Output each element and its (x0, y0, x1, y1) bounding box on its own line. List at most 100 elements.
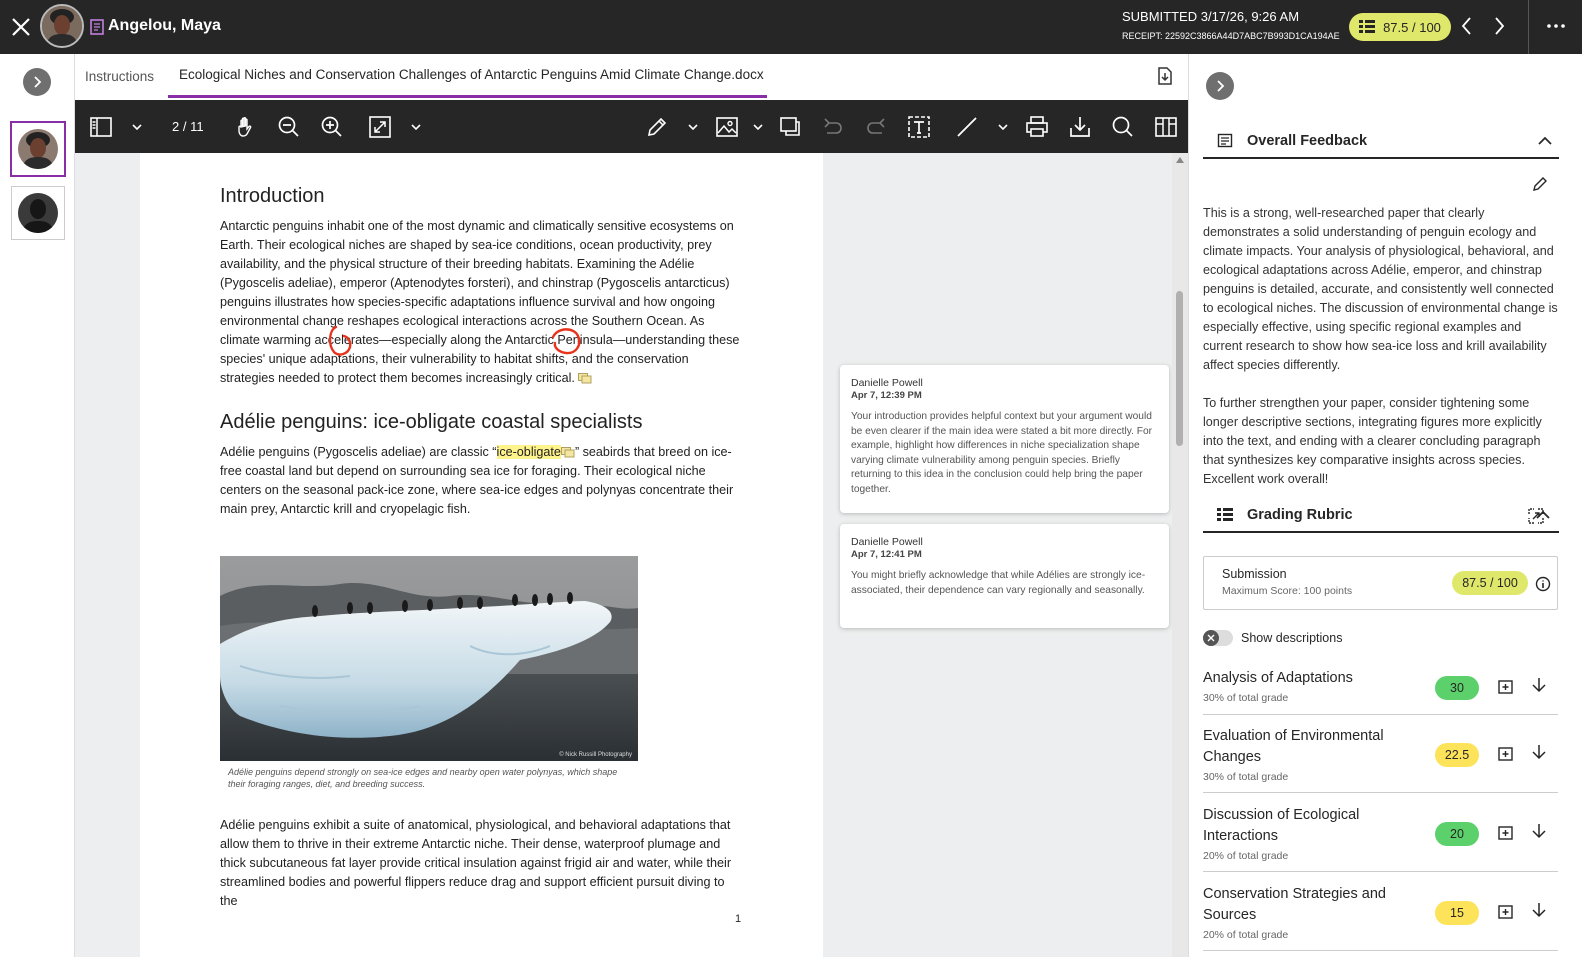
zoom-out-icon[interactable] (277, 115, 301, 139)
criterion-name: Analysis of Adaptations (1203, 670, 1353, 686)
search-icon[interactable] (1111, 115, 1135, 139)
comment-author: Danielle Powell (851, 377, 923, 389)
criterion-score[interactable]: 30 (1435, 676, 1479, 700)
document-viewer[interactable]: Introduction Antarctic penguins inhabit … (75, 153, 1188, 957)
student-thumbnail-angelou[interactable] (10, 121, 66, 177)
highlight-annotation[interactable]: ice-obligate (496, 445, 561, 459)
rubric-criterion[interactable]: Analysis of Adaptations 30% of total gra… (1203, 668, 1558, 715)
comment-icon[interactable] (779, 115, 803, 139)
add-feedback-icon[interactable] (1497, 746, 1515, 764)
comment-text: Your introduction provides helpful conte… (851, 411, 1153, 495)
receipt-id: RECEIPT: 22592C3866A44D7ABC7B993D1CA194A… (1122, 31, 1340, 41)
feedback-icon (1217, 133, 1233, 149)
print-icon[interactable] (1025, 115, 1049, 139)
annotation-toolbar: 2 / 11 (75, 100, 1188, 153)
edit-feedback-icon[interactable] (1532, 176, 1548, 192)
add-feedback-icon[interactable] (1497, 679, 1515, 697)
figure-caption: Adélie penguins depend strongly on sea-i… (228, 767, 618, 789)
submission-score-box: Submission Maximum Score: 100 points 87.… (1203, 556, 1558, 610)
show-descriptions-label: Show descriptions (1241, 631, 1343, 645)
tab-instructions[interactable]: Instructions (85, 54, 154, 98)
more-options-icon[interactable] (1545, 15, 1567, 37)
criterion-weight: 30% of total grade (1203, 771, 1289, 783)
student-avatar (40, 4, 84, 48)
image-stamp-icon[interactable] (715, 115, 739, 139)
panels-layout-icon[interactable] (1154, 115, 1178, 139)
download-icon[interactable] (1068, 115, 1092, 139)
ink-circle-annotation[interactable] (324, 323, 356, 359)
redo-icon[interactable] (864, 115, 888, 139)
chevron-down-icon[interactable] (411, 122, 421, 132)
show-descriptions-toggle[interactable] (1203, 630, 1233, 646)
rubric-criterion[interactable]: Evaluation of Environmental Changes 30% … (1203, 726, 1558, 793)
overall-grade-pill[interactable]: 87.5 / 100 (1349, 13, 1451, 41)
grading-rubric-title: Grading Rubric (1247, 507, 1353, 523)
collapse-panel-icon[interactable] (1206, 72, 1234, 100)
submission-label: Submission (1222, 567, 1287, 581)
adelie-heading: Adélie penguins: ice-obligate coastal sp… (220, 411, 643, 433)
rubric-criterion[interactable]: Conservation Strategies and Sources 20% … (1203, 884, 1558, 951)
criterion-name: Conservation Strategies and Sources (1203, 886, 1386, 923)
student-rail (0, 54, 75, 957)
scrollbar-thumb[interactable] (1176, 291, 1183, 446)
page-number: 1 (735, 913, 742, 925)
expand-rail-icon[interactable] (23, 68, 51, 96)
criterion-weight: 20% of total grade (1203, 850, 1289, 862)
chevron-up-icon[interactable] (1537, 133, 1553, 149)
document-scrollbar[interactable] (1172, 153, 1188, 957)
criterion-score[interactable]: 15 (1435, 901, 1479, 925)
comment-date: Apr 7, 12:41 PM (851, 549, 922, 560)
pan-hand-icon[interactable] (234, 115, 258, 139)
grading-rubric-header[interactable]: Grading Rubric (1203, 499, 1559, 533)
comment-card[interactable]: Danielle Powell Apr 7, 12:39 PM Your int… (840, 365, 1169, 513)
criterion-score[interactable]: 22.5 (1435, 743, 1479, 767)
adaptations-paragraph: Adélie penguins exhibit a suite of anato… (220, 818, 732, 908)
adelie-paragraph: Adélie penguins (Pygoscelis adeliae) are… (220, 443, 740, 519)
chevron-down-icon[interactable] (688, 122, 698, 132)
expand-criterion-icon[interactable] (1530, 676, 1548, 694)
submitted-timestamp: SUBMITTED 3/17/26, 9:26 AM (1122, 9, 1300, 24)
previous-student-icon[interactable] (1456, 15, 1478, 37)
rubric-criterion[interactable]: Discussion of Ecological Interactions 20… (1203, 805, 1558, 872)
student-thumbnail-2[interactable] (11, 186, 65, 240)
pen-icon[interactable] (645, 115, 669, 139)
overall-feedback-header[interactable]: Overall Feedback (1203, 125, 1559, 159)
student-name[interactable]: Angelou, Maya (108, 17, 221, 35)
overall-grade-value: 87.5 / 100 (1383, 19, 1441, 35)
download-file-icon[interactable] (1156, 67, 1174, 85)
info-icon[interactable] (1535, 576, 1551, 592)
text-box-icon[interactable] (907, 115, 931, 139)
comment-card[interactable]: Danielle Powell Apr 7, 12:41 PM You migh… (840, 524, 1169, 628)
fit-page-icon[interactable] (368, 115, 392, 139)
grading-panel: Overall Feedback This is a strong, well-… (1188, 54, 1582, 957)
scroll-up-icon[interactable] (1176, 157, 1184, 163)
close-icon[interactable] (8, 14, 34, 40)
chevron-down-icon[interactable] (132, 122, 142, 132)
expand-criterion-icon[interactable] (1530, 743, 1548, 761)
expand-criterion-icon[interactable] (1530, 822, 1548, 840)
chevron-down-icon[interactable] (998, 122, 1008, 132)
criterion-score[interactable]: 20 (1435, 822, 1479, 846)
comment-marker-icon[interactable] (560, 447, 575, 458)
document-page: Introduction Antarctic penguins inhabit … (140, 153, 823, 957)
zoom-in-icon[interactable] (320, 115, 344, 139)
expand-rubric-icon[interactable] (1528, 508, 1544, 524)
tab-document[interactable]: Ecological Niches and Conservation Chall… (168, 54, 767, 98)
line-tool-icon[interactable] (955, 115, 979, 139)
divider (1528, 0, 1529, 54)
chevron-down-icon[interactable] (753, 122, 763, 132)
submission-total-score[interactable]: 87.5 / 100 (1452, 571, 1528, 595)
intro-heading: Introduction (220, 185, 325, 207)
expand-criterion-icon[interactable] (1530, 901, 1548, 919)
next-student-icon[interactable] (1488, 15, 1510, 37)
submission-icon (90, 19, 104, 35)
rubric-grid-icon (1359, 20, 1376, 34)
comment-date: Apr 7, 12:39 PM (851, 390, 922, 401)
undo-icon[interactable] (821, 115, 845, 139)
add-feedback-icon[interactable] (1497, 825, 1515, 843)
add-feedback-icon[interactable] (1497, 904, 1515, 922)
default-avatar-icon (18, 193, 58, 233)
ink-circle-annotation[interactable] (548, 323, 584, 359)
sidebar-toggle-icon[interactable] (89, 115, 113, 139)
comment-marker-icon[interactable] (578, 373, 592, 384)
